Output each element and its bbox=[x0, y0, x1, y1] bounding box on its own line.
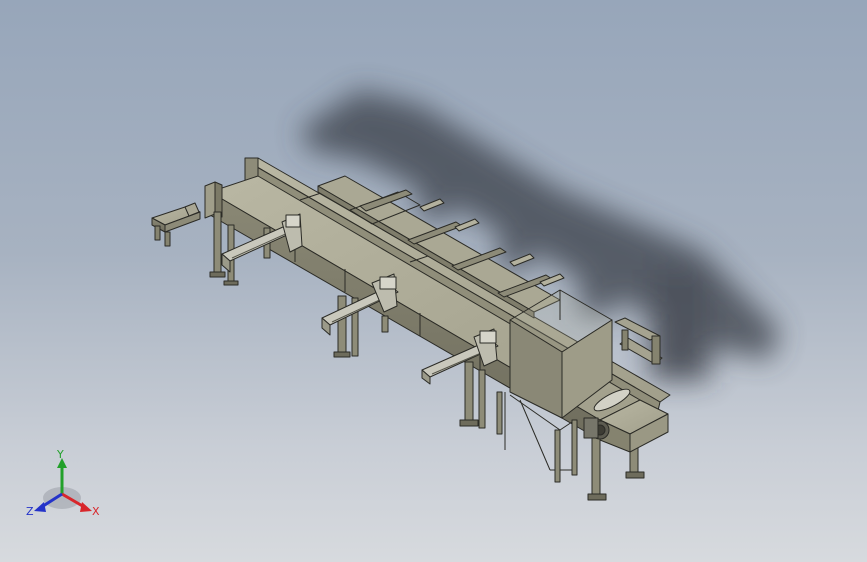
z-axis-label: Z bbox=[26, 505, 34, 518]
conveyor-model[interactable] bbox=[0, 0, 867, 562]
y-axis-label: Y bbox=[56, 448, 64, 461]
graphics-viewport[interactable]: Y X Z bbox=[0, 0, 867, 562]
end-bracket bbox=[151, 202, 201, 247]
axis-triad[interactable]: Y X Z bbox=[22, 448, 106, 524]
x-axis-label: X bbox=[92, 505, 100, 518]
